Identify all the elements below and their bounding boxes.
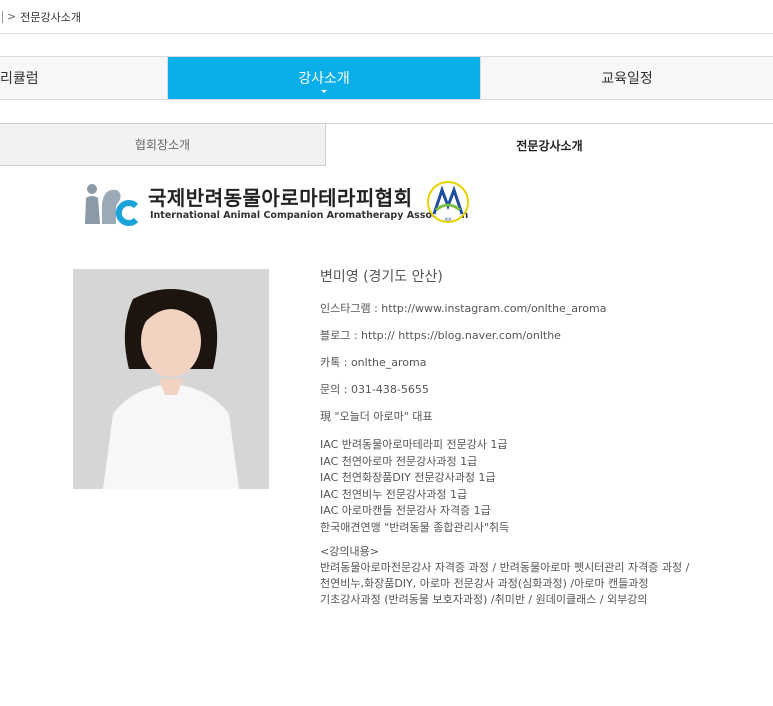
tab-curriculum[interactable]: 리큘럼 [0, 57, 168, 99]
subtab-instructors[interactable]: 전문강사소개 [326, 124, 773, 166]
instructor-info: 변미영 (경기도 안산) 인스타그램 : http://www.instagra… [320, 266, 760, 608]
instructor-photo [73, 269, 269, 489]
breadcrumb-divider [2, 10, 3, 23]
breadcrumb-separator: > [7, 10, 17, 23]
instructor-portrait [73, 269, 269, 489]
cert-item: 한국애견연맹 "반려동물 종합관리사"취득 [320, 520, 510, 534]
kakao-id: 카톡 : onlthe_aroma [320, 356, 427, 369]
tab-schedule-label: 교육일정 [601, 71, 653, 87]
seal-text: AIA [445, 217, 452, 222]
tab-instructors-label: 강사소개 [298, 71, 350, 87]
association-logo: 국제반려동물아로마테라피협회 International Animal Comp… [82, 178, 482, 228]
cert-item: IAC 반려동물아로마테라피 전문강사 1급 [320, 438, 508, 451]
tab-curriculum-label: 리큘럼 [0, 71, 39, 87]
lecture-item: 기초강사과정 (반려동물 보호자과정) /취미반 / 원데이클래스 / 외부강의 [320, 593, 648, 606]
sub-tab-bar: 협회장소개 전문강사소개 [0, 123, 773, 166]
subtab-president[interactable]: 협회장소개 [0, 124, 326, 166]
aia-seal-icon: AIA [427, 181, 469, 223]
cert-item: IAC 아로마캔들 전문강사 자격증 1급 [320, 504, 491, 517]
certifications: IAC 반려동물아로마테라피 전문강사 1급 IAC 천연아로마 전문강사과정 … [320, 437, 760, 536]
instagram-link[interactable]: 인스타그램 : http://www.instagram.com/onlthe_… [320, 302, 760, 315]
cert-item: IAC 천연비누 전문강사과정 1급 [320, 487, 468, 501]
lecture-title: <강의내용> [320, 545, 379, 558]
contact-phone: 문의 : 031-438-5655 [320, 383, 429, 396]
cert-item: IAC 천연화장품DIY 전문강사과정 1급 [320, 471, 496, 484]
caret-down-icon [321, 90, 327, 93]
instructor-name: 변미영 (경기도 안산) [320, 269, 443, 285]
lecture-section: <강의내용> 반려동물아로마전문강사 자격증 과정 / 반려동물아로마 펫시터관… [320, 544, 760, 608]
current-position: 現 "오늘더 아로마" 대표 [320, 410, 433, 423]
iac-logo-icon [85, 184, 139, 226]
main-tab-bar: 리큘럼 강사소개 교육일정 [0, 56, 773, 100]
blog-link[interactable]: 블로그 : http:// https://blog.naver.com/onl… [320, 329, 760, 342]
tab-schedule[interactable]: 교육일정 [480, 57, 773, 99]
subtab-instructors-label: 전문강사소개 [516, 138, 583, 153]
breadcrumb-current[interactable]: 전문강사소개 [20, 9, 81, 25]
cert-item: IAC 천연아로마 전문강사과정 1급 [320, 454, 478, 468]
tab-instructors[interactable]: 강사소개 [168, 57, 480, 99]
lecture-item: 반려동물아로마전문강사 자격증 과정 / 반려동물아로마 펫시터관리 자격증 과… [320, 561, 690, 574]
breadcrumb: > 전문강사소개 [0, 0, 773, 34]
logo-title-ko: 국제반려동물아로마테라피협회 [148, 186, 413, 210]
lecture-item: 천연비누,화장품DIY, 아로마 전문강사 과정(심화과정) /아로마 캔들과정 [320, 577, 649, 590]
subtab-president-label: 협회장소개 [134, 138, 191, 152]
logo-title-en: International Animal Companion Aromather… [150, 210, 469, 221]
